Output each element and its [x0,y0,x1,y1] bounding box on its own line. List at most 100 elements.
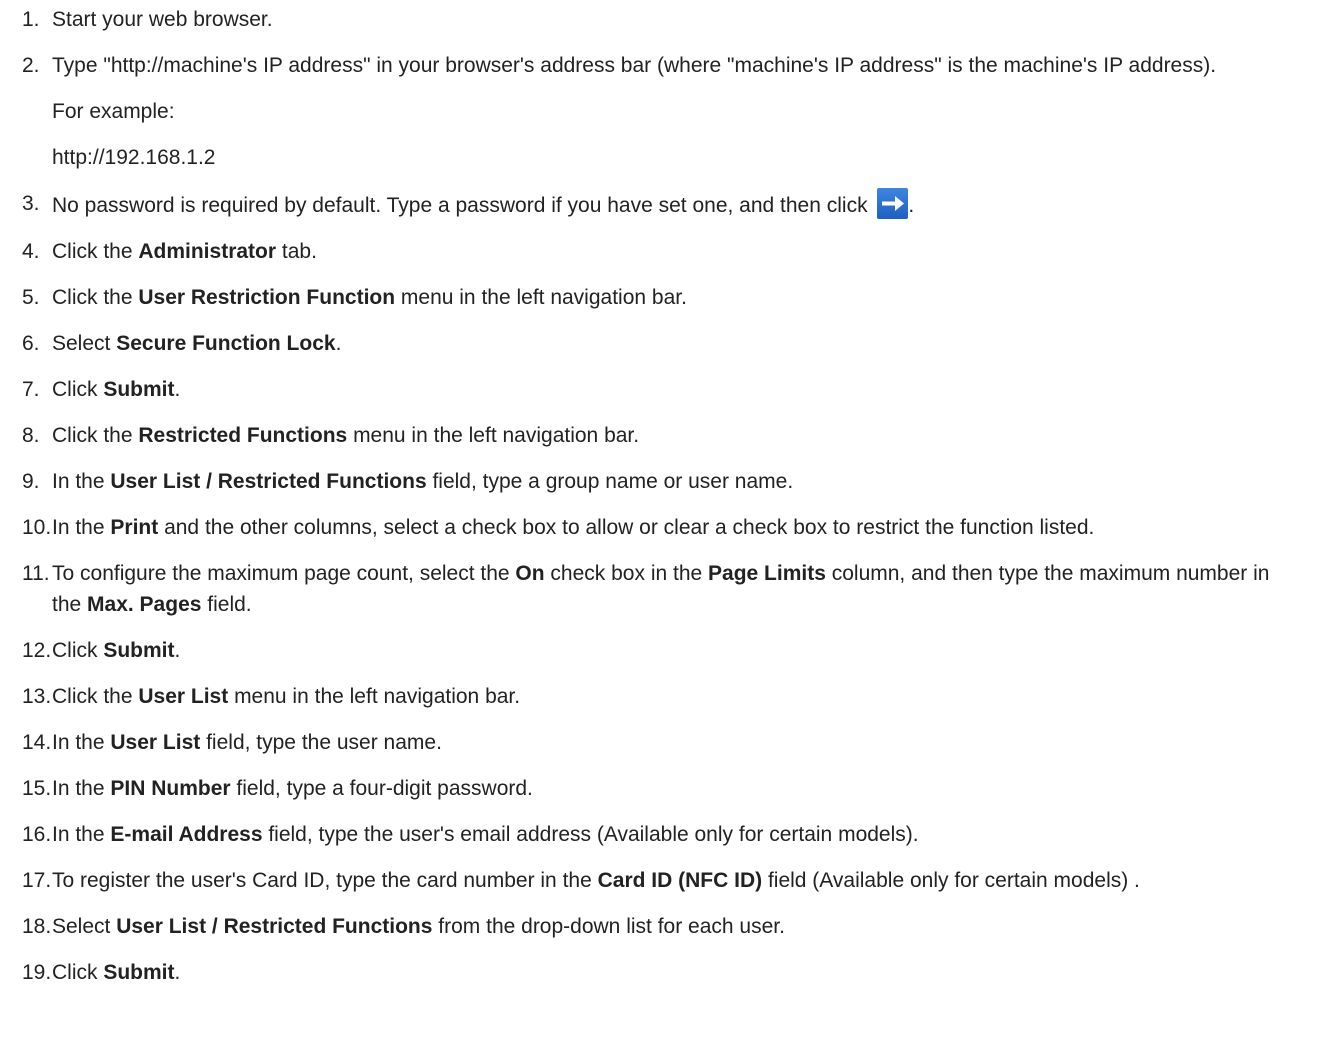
ui-term: Secure Function Lock [116,332,336,355]
text-run: . [174,961,181,984]
step-item: 5. Click the User Restriction Function me… [22,282,1319,313]
text-run: field, type the user name. [200,731,442,754]
text-run: Select [52,915,117,938]
step-sentence: Click Submit. [52,635,1301,666]
step-text: Select User List / Restricted Functions … [52,911,1319,942]
example-label: For example: [52,100,175,123]
step-number: 4. [22,240,40,263]
text-run: Start your web browser. [52,8,273,31]
step-item: 2. Type "http://machine's IP address" in … [22,50,1319,173]
text-run: and the other columns, select a check bo… [158,516,1095,539]
step-text: In the Print and the other columns, sele… [52,512,1319,543]
step-number: 8. [22,424,40,447]
step-item: 6. Select Secure Function Lock. [22,328,1319,359]
step-text: Click Submit. [52,635,1319,666]
step-text: In the User List / Restricted Functions … [52,466,1319,497]
step-text: To register the user's Card ID, type the… [52,865,1319,896]
ui-term: User List [138,685,229,708]
step-text: In the E-mail Address field, type the us… [52,819,1319,850]
text-run: . [335,332,342,355]
text-run: from the drop-down list for each user. [432,915,785,938]
text-run: Click the [52,424,139,447]
step-item: 18. Select User List / Restricted Functio… [22,911,1319,942]
step-number: 1. [22,8,40,31]
step-number: 6. [22,332,40,355]
step-number: 2. [22,54,40,77]
ui-term: Restricted Functions [138,424,348,447]
step-sentence: Click Submit. [52,374,1301,405]
instruction-steps: 1. Start your web browser. 2. Type "http://… [0,0,1319,988]
ui-term: PIN Number [110,777,231,800]
step-item: 11. To configure the maximum page count, … [22,558,1319,620]
step-sentence: Click the User List menu in the left nav… [52,681,1301,712]
step-item: 14. In the User List field, type the user… [22,727,1319,758]
step-item: 3. No password is required by default. Ty… [22,188,1319,221]
step-text: Type "http://machine's IP address" in yo… [52,50,1319,173]
ui-term: Submit [103,961,175,984]
ui-term: Card ID (NFC ID) [597,869,763,892]
step-number: 5. [22,286,40,309]
step-text: To configure the maximum page count, sel… [52,558,1319,620]
step-item: 4. Click the Administrator tab. [22,236,1319,267]
step-text: No password is required by default. Type… [52,188,1319,221]
ui-term: User List [110,731,201,754]
ui-term: User List / Restricted Functions [116,915,433,938]
text-run: Type "http://machine's IP address" in yo… [52,54,1217,77]
step-sentence: No password is required by default. Type… [52,188,1301,221]
text-run: field, type a four-digit password. [230,777,533,800]
step-number: 10. [22,516,52,539]
step-text: Click the Restricted Functions menu in t… [52,420,1319,451]
step-text: In the User List field, type the user na… [52,727,1319,758]
step-text: Click Submit. [52,374,1319,405]
text-run: No password is required by default. Type… [52,194,874,217]
step-item: 13. Click the User List menu in the left … [22,681,1319,712]
text-run: To register the user's Card ID, type the… [52,869,598,892]
text-run: . [174,378,181,401]
arrow-right-icon [877,188,909,219]
text-run: menu in the left navigation bar. [395,286,687,309]
step-sentence: Click Submit. [52,957,1301,988]
step-number: 18. [22,915,52,938]
step-sentence: In the PIN Number field, type a four-dig… [52,773,1301,804]
ui-term: Page Limits [708,562,826,585]
step-text: In the PIN Number field, type a four-dig… [52,773,1319,804]
step-text: Click the Administrator tab. [52,236,1319,267]
step-item: 7. Click Submit. [22,374,1319,405]
text-run: Click the [52,286,139,309]
step-number: 11. [22,562,50,585]
ui-term: Submit [103,639,175,662]
step-sentence: In the Print and the other columns, sele… [52,512,1301,543]
example-url: http://192.168.1.2 [52,146,216,169]
text-run: Click the [52,240,139,263]
ui-term: Submit [103,378,175,401]
step-item: 12. Click Submit. [22,635,1319,666]
step-item: 19. Click Submit. [22,957,1319,988]
text-run: Click [52,639,104,662]
step-item: 15. In the PIN Number field, type a four-… [22,773,1319,804]
ui-term: User List / Restricted Functions [110,470,427,493]
step-text: Click Submit. [52,957,1319,988]
text-run: field, type a group name or user name. [426,470,794,493]
step-item: 1. Start your web browser. [22,4,1319,35]
step-sentence: In the E-mail Address field, type the us… [52,819,1301,850]
step-text: Select Secure Function Lock. [52,328,1319,359]
text-run: Click [52,378,104,401]
step-item: 17. To register the user's Card ID, type … [22,865,1319,896]
step-item: 8. Click the Restricted Functions menu in… [22,420,1319,451]
step-item: 16. In the E-mail Address field, type the… [22,819,1319,850]
text-run: check box in the [544,562,709,585]
step-sentence: To register the user's Card ID, type the… [52,865,1301,896]
step-number: 13. [22,685,52,708]
text-run: Select [52,332,117,355]
step-item: 9. In the User List / Restricted Function… [22,466,1319,497]
text-run: field, type the user's email address (Av… [262,823,919,846]
text-run: In the [52,823,111,846]
step-sentence: Click the Restricted Functions menu in t… [52,420,1301,451]
step-sentence: To configure the maximum page count, sel… [52,558,1301,620]
step-sentence: Select Secure Function Lock. [52,328,1301,359]
text-run: . [908,194,915,217]
step-number: 3. [22,192,40,215]
ui-term: E-mail Address [110,823,263,846]
step-sentence: Select User List / Restricted Functions … [52,911,1301,942]
ui-term: On [515,562,545,585]
